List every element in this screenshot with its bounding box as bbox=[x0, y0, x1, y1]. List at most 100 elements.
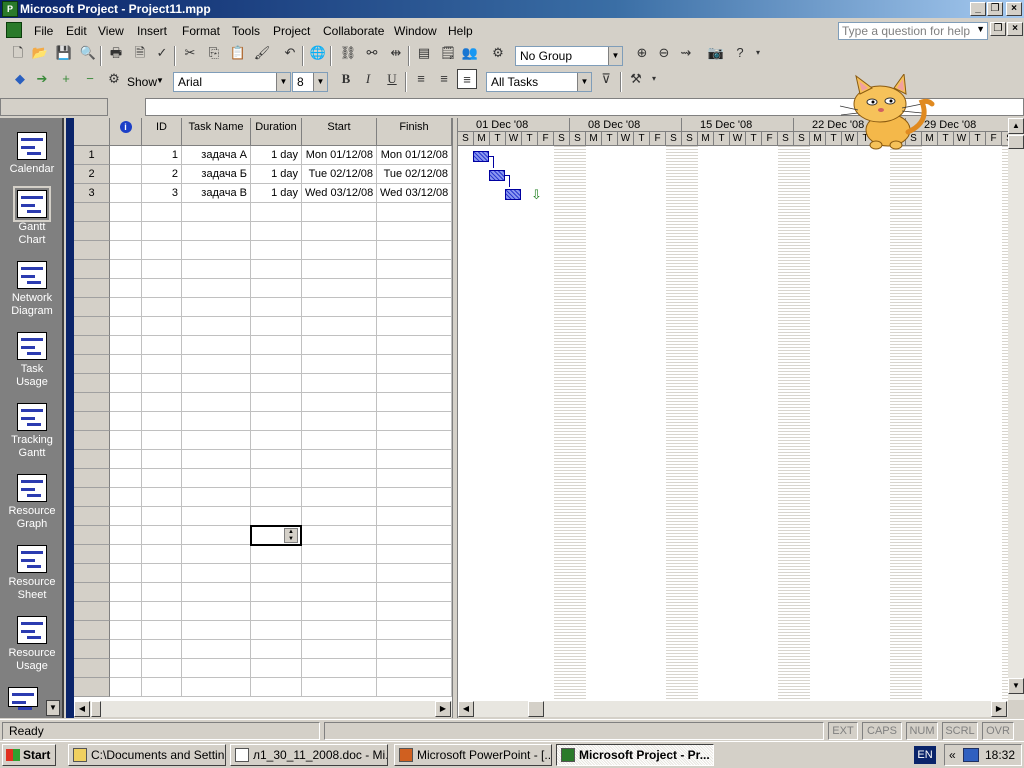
cell-indicators[interactable] bbox=[110, 165, 142, 184]
view-resource-sheet[interactable]: Resource Sheet bbox=[0, 545, 64, 602]
arrow-left-icon[interactable]: ◆ bbox=[10, 69, 30, 89]
table-row[interactable] bbox=[74, 507, 452, 526]
clock[interactable]: 18:32 bbox=[985, 745, 1015, 765]
cell-start[interactable] bbox=[302, 260, 377, 279]
row-header[interactable] bbox=[74, 241, 110, 260]
office-assistant-cat[interactable] bbox=[838, 74, 938, 150]
cell-task-name[interactable] bbox=[182, 279, 251, 298]
row-header[interactable] bbox=[74, 507, 110, 526]
cell-id[interactable] bbox=[142, 450, 182, 469]
cell-duration[interactable] bbox=[251, 317, 302, 336]
cell-id[interactable]: 1 bbox=[142, 146, 182, 165]
start-button[interactable]: Start bbox=[2, 744, 56, 766]
cell-id[interactable] bbox=[142, 564, 182, 583]
cell-indicators[interactable] bbox=[110, 374, 142, 393]
cell-id[interactable] bbox=[142, 469, 182, 488]
cell-task-name[interactable]: задача Б bbox=[182, 165, 251, 184]
scroll-right-icon[interactable]: ▶ bbox=[991, 701, 1007, 717]
cell-id[interactable] bbox=[142, 640, 182, 659]
sheet-scroll-thumb[interactable] bbox=[91, 701, 101, 717]
cell-finish[interactable] bbox=[377, 583, 452, 602]
row-header[interactable] bbox=[74, 412, 110, 431]
cell-finish[interactable] bbox=[377, 336, 452, 355]
cell-finish[interactable] bbox=[377, 526, 452, 545]
cell-task-name[interactable] bbox=[182, 621, 251, 640]
cell-indicators[interactable] bbox=[110, 431, 142, 450]
spelling-icon[interactable]: ✓ bbox=[152, 43, 172, 63]
toolbar-options-icon[interactable]: ▾ bbox=[748, 43, 768, 63]
cell-start[interactable] bbox=[302, 336, 377, 355]
zoom-out-icon[interactable]: ⊖ bbox=[654, 43, 674, 63]
table-row[interactable] bbox=[74, 602, 452, 621]
chevron-down-icon[interactable]: ▼ bbox=[276, 73, 290, 91]
new-icon[interactable]: 🗋 bbox=[8, 43, 28, 63]
print-icon[interactable]: 🖶 bbox=[106, 43, 126, 63]
cell-indicators[interactable] bbox=[110, 507, 142, 526]
cell-task-name[interactable] bbox=[182, 374, 251, 393]
cell-finish[interactable]: Wed 03/12/08 bbox=[377, 184, 452, 203]
cell-indicators[interactable] bbox=[110, 317, 142, 336]
cell-finish[interactable] bbox=[377, 469, 452, 488]
chevron-down-icon[interactable]: ▼ bbox=[976, 24, 985, 34]
row-header[interactable] bbox=[74, 317, 110, 336]
menu-file[interactable]: File bbox=[34, 24, 53, 38]
cell-finish[interactable] bbox=[377, 393, 452, 412]
cell-duration[interactable] bbox=[251, 431, 302, 450]
cell-task-name[interactable] bbox=[182, 678, 251, 697]
cell-duration[interactable] bbox=[251, 450, 302, 469]
copy-picture-icon[interactable]: 📷 bbox=[706, 43, 726, 63]
cell-start[interactable] bbox=[302, 317, 377, 336]
cell-id[interactable] bbox=[142, 621, 182, 640]
close-button[interactable]: × bbox=[1006, 2, 1022, 16]
chevron-down-icon[interactable]: ▼ bbox=[577, 73, 591, 91]
cell-start[interactable] bbox=[302, 640, 377, 659]
cell-indicators[interactable] bbox=[110, 488, 142, 507]
cell-id[interactable] bbox=[142, 583, 182, 602]
align-center-icon[interactable]: ≡ bbox=[434, 69, 454, 89]
hyperlink-globe-icon[interactable]: 🌐 bbox=[308, 43, 328, 63]
cell-finish[interactable] bbox=[377, 621, 452, 640]
cell-finish[interactable] bbox=[377, 279, 452, 298]
bold-button[interactable]: B bbox=[336, 69, 356, 89]
cell-task-name[interactable] bbox=[182, 602, 251, 621]
row-header[interactable] bbox=[74, 336, 110, 355]
cell-start[interactable] bbox=[302, 507, 377, 526]
cell-id[interactable] bbox=[142, 298, 182, 317]
menu-collaborate[interactable]: Collaborate bbox=[323, 24, 384, 38]
row-header[interactable] bbox=[74, 659, 110, 678]
cell-id[interactable] bbox=[142, 374, 182, 393]
gantt-wizard-icon[interactable]: ⚒ bbox=[626, 69, 646, 89]
table-row[interactable] bbox=[74, 355, 452, 374]
cell-indicators[interactable] bbox=[110, 260, 142, 279]
cell-indicators[interactable] bbox=[110, 659, 142, 678]
cell-duration[interactable] bbox=[251, 241, 302, 260]
table-row[interactable] bbox=[74, 298, 452, 317]
scroll-up-icon[interactable]: ▲ bbox=[1008, 118, 1024, 134]
cell-id[interactable] bbox=[142, 279, 182, 298]
column-finish[interactable]: Finish bbox=[377, 118, 452, 146]
network-icon[interactable] bbox=[963, 748, 979, 762]
hide-subtasks-icon[interactable]: − bbox=[80, 69, 100, 89]
row-header[interactable] bbox=[74, 602, 110, 621]
restore-button[interactable]: ❐ bbox=[987, 2, 1003, 16]
menu-window[interactable]: Window bbox=[394, 24, 437, 38]
help-search-input[interactable]: Type a question for help ▼ bbox=[838, 22, 988, 40]
cell-id[interactable]: 3 bbox=[142, 184, 182, 203]
view-network-diagram[interactable]: Network Diagram bbox=[0, 261, 64, 318]
cell-start[interactable]: Wed 03/12/08 bbox=[302, 184, 377, 203]
cell-indicators[interactable] bbox=[110, 545, 142, 564]
menu-format[interactable]: Format bbox=[182, 24, 220, 38]
cell-indicators[interactable] bbox=[110, 564, 142, 583]
align-left-icon[interactable]: ≡ bbox=[411, 69, 431, 89]
cell-task-name[interactable] bbox=[182, 412, 251, 431]
cell-id[interactable] bbox=[142, 260, 182, 279]
cell-finish[interactable] bbox=[377, 412, 452, 431]
duration-edit-cell[interactable]: ▲ ▼ bbox=[250, 525, 302, 546]
cell-start[interactable] bbox=[302, 583, 377, 602]
cell-task-name[interactable]: задача А bbox=[182, 146, 251, 165]
cell-duration[interactable] bbox=[251, 545, 302, 564]
cell-start[interactable] bbox=[302, 621, 377, 640]
cell-id[interactable]: 2 bbox=[142, 165, 182, 184]
column-indicators[interactable]: i bbox=[110, 118, 142, 146]
select-all-corner[interactable] bbox=[74, 118, 110, 146]
